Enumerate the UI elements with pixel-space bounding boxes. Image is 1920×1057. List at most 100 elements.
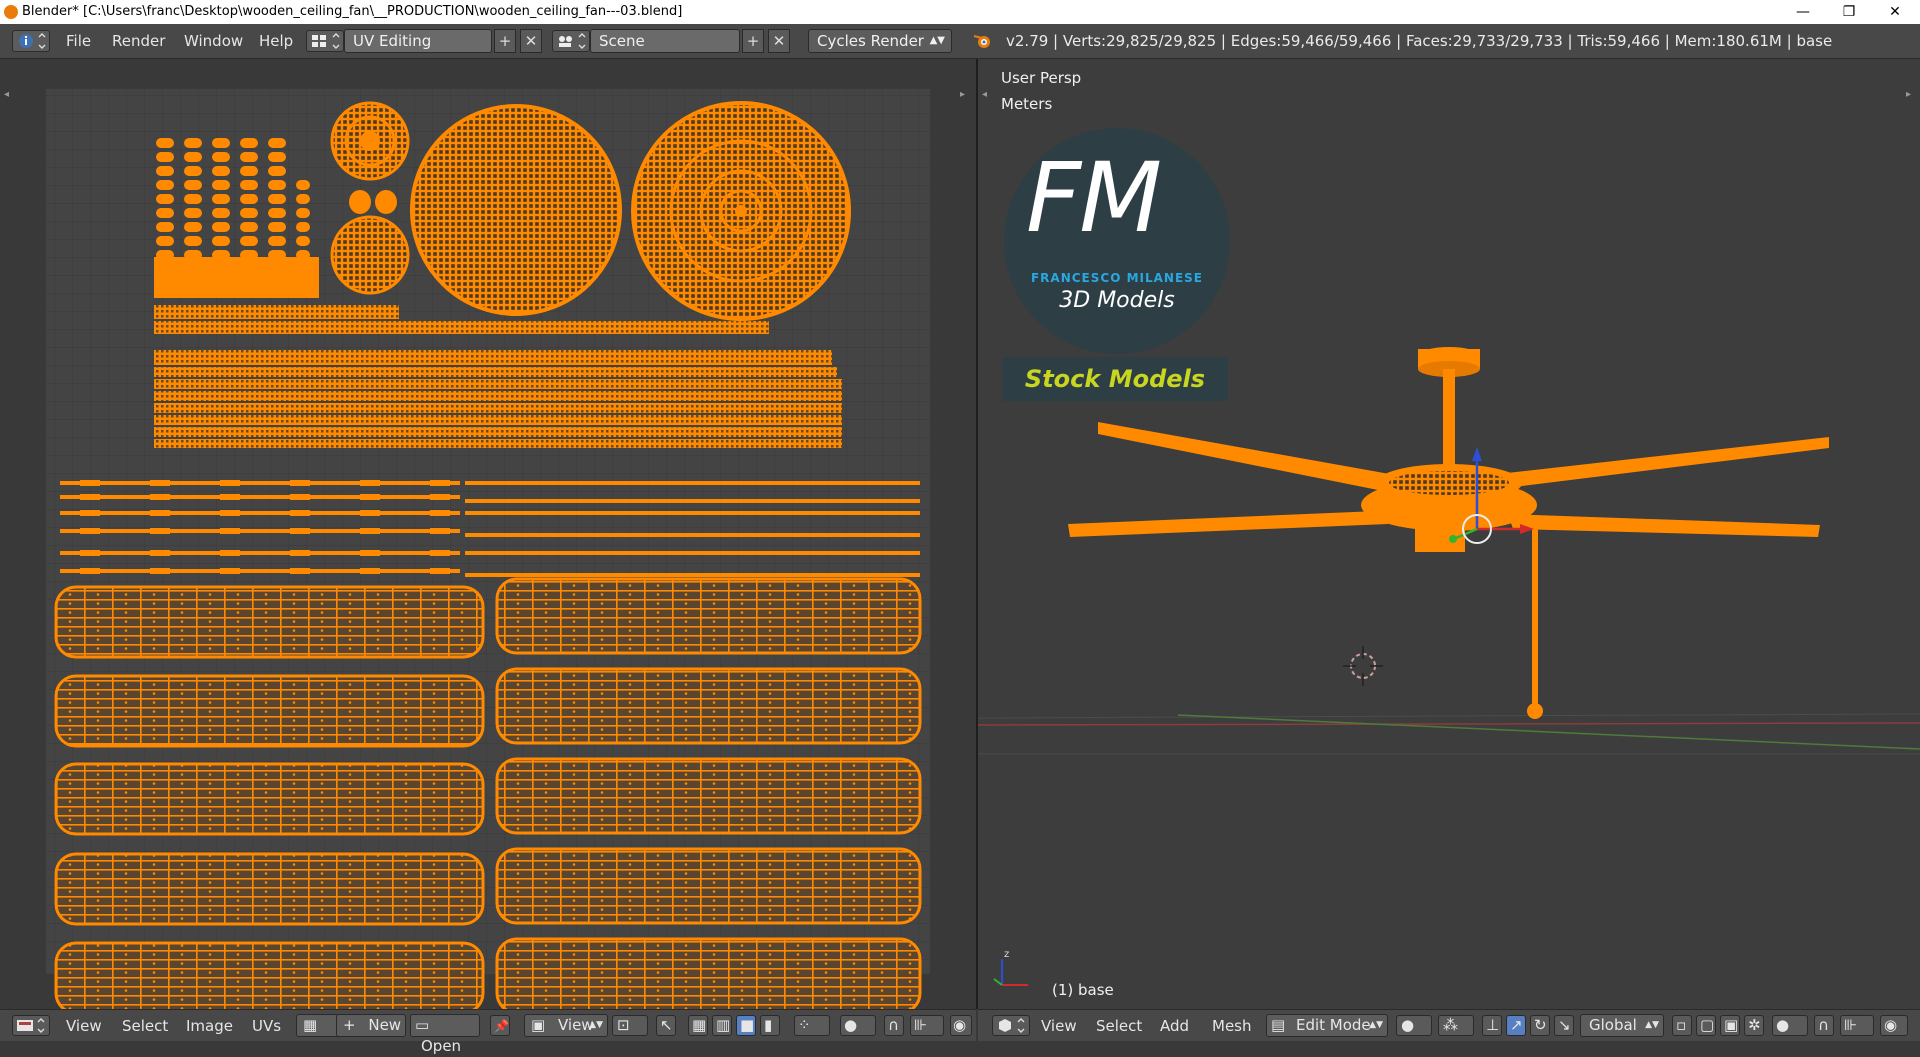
close-button[interactable]: ✕: [1872, 0, 1918, 24]
restore-button[interactable]: ❐: [1826, 0, 1872, 24]
proportional-edit-select[interactable]: ●: [840, 1015, 876, 1036]
image-mode-select[interactable]: ▣ View ▲▼: [524, 1014, 608, 1037]
transform-orientation-select[interactable]: Global ▲▼: [1580, 1014, 1664, 1037]
svg-text:▸: ▸: [1906, 89, 1911, 100]
new-image-button[interactable]: + New: [336, 1014, 406, 1037]
snap-icon: ⊪: [1844, 1016, 1858, 1034]
manipulator-toggle[interactable]: ⊥: [1482, 1015, 1502, 1036]
pivot-icon: ⊡: [617, 1016, 630, 1034]
window-title-bar: Blender* [C:\Users\franc\Desktop\wooden_…: [0, 0, 1920, 24]
axis-orientation-gizmo: z: [993, 949, 1028, 986]
editor-type-info-button[interactable]: [12, 30, 50, 52]
transform-orientation-label: Global: [1589, 1016, 1637, 1034]
interaction-mode-select[interactable]: ▤ Edit Mode ▲▼: [1266, 1014, 1388, 1037]
editor-type-button[interactable]: [12, 1015, 50, 1036]
screen-layout-button[interactable]: [306, 30, 344, 52]
face-select-mode[interactable]: ▣: [1720, 1015, 1740, 1036]
vertex-select-mode[interactable]: ▫: [1672, 1015, 1692, 1036]
render-engine-label: Cycles Render: [817, 32, 924, 50]
uv-mode-button[interactable]: ◉: [950, 1015, 972, 1036]
x-icon: ✕: [772, 32, 786, 50]
scene-icon: [559, 33, 586, 49]
folder-icon: ▭: [415, 1016, 430, 1034]
uv-canvas[interactable]: ◂ ▸: [0, 59, 976, 1015]
uv-select-menu[interactable]: Select: [122, 1017, 168, 1035]
pin-image-button[interactable]: 📌: [490, 1015, 510, 1036]
viewport-shading-select[interactable]: ●: [1396, 1015, 1432, 1036]
browse-image-button[interactable]: ▦: [296, 1014, 340, 1037]
occlude-geometry-toggle[interactable]: ✲: [1744, 1015, 1764, 1036]
translate-manipulator-button[interactable]: ↗: [1506, 1015, 1526, 1036]
new-image-label: New: [368, 1016, 402, 1034]
view3d-mesh-menu[interactable]: Mesh: [1212, 1017, 1252, 1035]
manipulator-icon: ⊥: [1486, 1016, 1500, 1034]
pin-icon: 📌: [494, 1019, 509, 1033]
pivot-select[interactable]: ⊡: [612, 1015, 648, 1036]
snap-toggle-3d[interactable]: ∩: [1814, 1015, 1834, 1036]
uv-view-menu[interactable]: View: [66, 1017, 102, 1035]
svg-text:◂: ◂: [4, 89, 9, 100]
view3d-view-menu[interactable]: View: [1041, 1017, 1077, 1035]
open-image-button[interactable]: ▭ Open: [410, 1014, 480, 1055]
uv-uvs-menu[interactable]: UVs: [252, 1017, 281, 1035]
cube-icon: [999, 1018, 1025, 1033]
delete-scene-button[interactable]: ✕: [768, 29, 790, 53]
uv-image-editor[interactable]: ◂ ▸: [0, 59, 976, 1015]
window-title: Blender* [C:\Users\franc\Desktop\wooden_…: [22, 4, 683, 19]
view3d-editor-type-button[interactable]: [992, 1015, 1030, 1036]
view-name-label: User Persp: [1001, 69, 1082, 87]
scene-field[interactable]: Scene: [590, 29, 740, 53]
scale-manipulator-button[interactable]: ↘: [1554, 1015, 1574, 1036]
select-island-button[interactable]: ▮: [760, 1015, 780, 1036]
edge-select-icon: ▥: [716, 1016, 731, 1034]
stock-models-banner: Stock Models: [1002, 357, 1228, 401]
minimize-button[interactable]: —: [1780, 0, 1826, 24]
blender-icon: [4, 5, 18, 19]
pivot-icon: ⁂: [1443, 1016, 1458, 1034]
info-icon: [19, 33, 46, 49]
uv-image-menu[interactable]: Image: [186, 1017, 233, 1035]
screen-layout-field[interactable]: UV Editing: [344, 29, 492, 53]
active-object-label: (1) base: [1052, 981, 1114, 999]
svg-text:z: z: [1004, 949, 1009, 960]
blender-logo-icon: [973, 35, 990, 48]
pivot-point-select[interactable]: ⁂: [1438, 1015, 1474, 1036]
render-icon: ◉: [1884, 1016, 1898, 1034]
sticky-mode-button[interactable]: ↖: [656, 1015, 676, 1036]
3d-viewport[interactable]: ◂ ▸ z User Persp Meters FM FRANCESCO MIL…: [978, 59, 1920, 1009]
window-menu[interactable]: Window: [184, 32, 243, 50]
face-icon: ▣: [1724, 1016, 1739, 1034]
proportional-editing-select[interactable]: ●: [1772, 1015, 1808, 1036]
edge-select-mode[interactable]: ▢: [1696, 1015, 1716, 1036]
help-menu[interactable]: Help: [259, 32, 293, 50]
render-engine-select[interactable]: Cycles Render ▲▼: [808, 29, 952, 53]
sticky-icon: ⁘: [798, 1016, 811, 1034]
scene-selector-button[interactable]: [552, 30, 590, 52]
fm-logo: FM FRANCESCO MILANESE 3D Models: [1004, 128, 1230, 354]
view3d-select-menu[interactable]: Select: [1096, 1017, 1142, 1035]
uv-island-block: [154, 257, 319, 298]
add-layout-button[interactable]: +: [494, 29, 516, 53]
select-edge-button[interactable]: ▥: [712, 1015, 732, 1036]
select-vertex-button[interactable]: ▦: [688, 1015, 708, 1036]
select-face-button[interactable]: ■: [736, 1015, 756, 1036]
x-icon: ✕: [524, 32, 538, 50]
file-menu[interactable]: File: [66, 32, 91, 50]
sticky-select-mode[interactable]: ⁘: [794, 1015, 830, 1036]
updown-arrows-icon: ▲▼: [929, 35, 945, 46]
render-preview-button[interactable]: ◉: [1880, 1015, 1908, 1036]
svg-text:▸: ▸: [960, 89, 965, 100]
delete-layout-button[interactable]: ✕: [520, 29, 542, 53]
3d-cursor[interactable]: [1343, 646, 1383, 686]
snap-element-select-3d[interactable]: ⊪: [1840, 1015, 1874, 1036]
ceiling-fan-mesh[interactable]: [1068, 347, 1829, 719]
add-scene-button[interactable]: +: [742, 29, 764, 53]
occlude-icon: ✲: [1748, 1016, 1761, 1034]
info-header: File Render Window Help UV Editing + ✕ S…: [0, 24, 1920, 59]
snap-toggle[interactable]: ∩: [884, 1015, 904, 1036]
render-menu[interactable]: Render: [112, 32, 165, 50]
rotate-manipulator-button[interactable]: ↻: [1530, 1015, 1550, 1036]
snap-element-select[interactable]: ⊪: [910, 1015, 944, 1036]
updown-arrows-icon: ▲▼: [1369, 1020, 1383, 1030]
view3d-add-menu[interactable]: Add: [1160, 1017, 1189, 1035]
